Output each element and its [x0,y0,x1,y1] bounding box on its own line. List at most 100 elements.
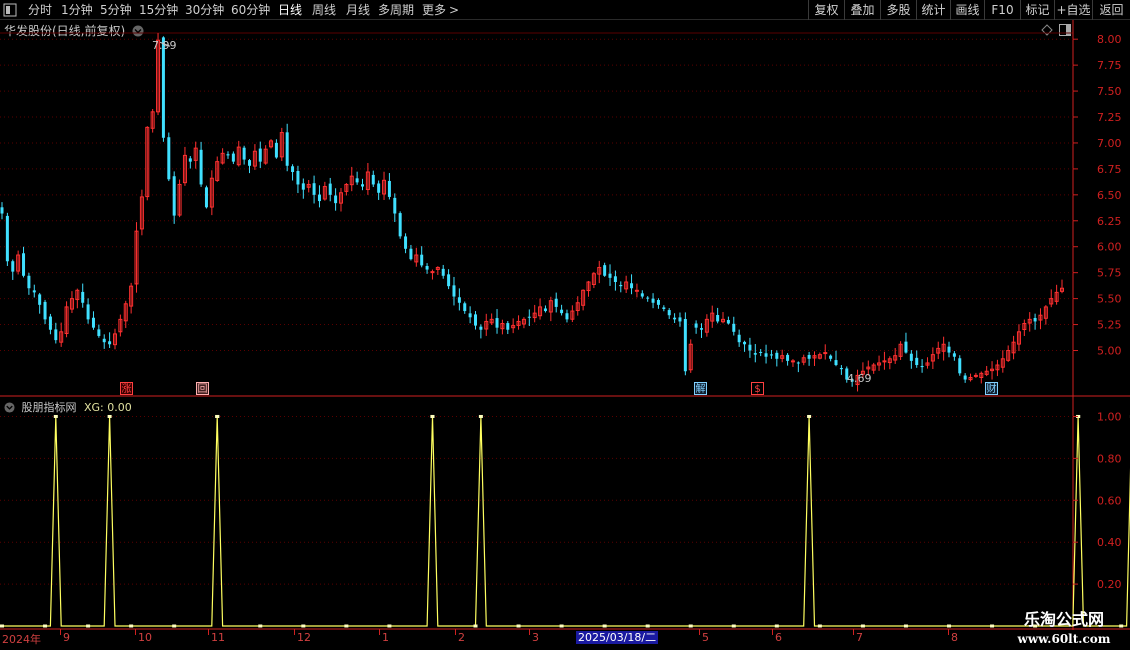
price-tick-label: 7.00 [1097,137,1122,150]
chevron-down-icon[interactable] [132,25,144,37]
candle-body-down [296,171,300,185]
xg-marker [473,624,478,628]
period-tab-9[interactable]: 多周期 [378,2,414,18]
candle-body-down [543,308,547,312]
candle-body-down [909,353,913,361]
event-marker-2[interactable]: 解 [694,382,707,395]
kline-chart[interactable]: 8.00 7.75 7.50 7.25 7.00 6.75 6.50 6.25 6.00 5.75… [0,0,1130,650]
candle-body-down [554,298,558,307]
candle-body-down [716,314,720,322]
candle-body-down [474,314,478,326]
candle-body-down [167,137,171,180]
candle-body-down [829,355,833,359]
chevron-down-icon[interactable] [4,402,15,413]
event-marker-3[interactable]: $ [751,382,764,395]
candle-body-up [252,150,257,167]
period-tab-6[interactable]: 日线 [278,2,302,18]
candle-body-up [936,347,941,354]
date-tick-label: 12 [294,629,311,644]
candle-body-up [64,306,69,334]
period-tab-3[interactable]: 15分钟 [139,2,178,18]
top-toolbar: 分时 1分钟 5分钟 15分钟 30分钟 60分钟 日线 周线 月线 多周期 更多 > 复权 叠加 多股统… [0,0,1130,20]
ind-tick-label: 1.00 [1097,410,1122,423]
toolbar-button-5[interactable]: F10 [984,0,1020,20]
candle-body-down [608,273,612,278]
period-tab-8[interactable]: 月线 [346,2,370,18]
candle-body-down [673,317,677,320]
candle-body-up [1016,331,1021,345]
candle-body-up [1027,318,1032,324]
candle-body-up [484,320,489,330]
candle-body-down [22,253,26,276]
candle-body-up [721,318,726,323]
period-tab-1[interactable]: 1分钟 [61,2,93,18]
xg-signal-line [2,416,1130,627]
period-tab-0[interactable]: 分时 [28,2,52,18]
event-marker-1[interactable]: 回 [196,382,209,395]
candle-body-down [377,183,381,193]
xg-peak-marker [53,414,58,418]
candle-body-up [817,354,822,359]
date-tick-label: 5 [699,629,709,644]
period-tab-10[interactable]: 更多 > [422,2,459,18]
toolbar-button-7[interactable]: +自选 [1054,0,1092,20]
period-tab-7[interactable]: 周线 [312,2,336,18]
candle-body-up [220,152,225,164]
xg-marker [990,624,995,628]
toolbar-button-0[interactable]: 复权 [808,0,844,20]
candle-body-down [231,153,235,162]
candle-body-up [823,352,828,355]
date-tick-label: 7 [853,629,863,644]
candle-body-up [995,364,1000,371]
candle-body-down [807,354,811,359]
candle-body-up [780,355,785,359]
toolbar-button-2[interactable]: 多股 [880,0,916,20]
candle-body-up [866,366,871,370]
window-icon[interactable] [3,3,17,17]
toolbar-button-4[interactable]: 画线 [950,0,984,20]
watermark-url: www.60lt.com [1017,632,1111,646]
candle-body-down [834,360,838,366]
xg-marker [688,624,693,628]
candle-body-up [704,318,709,333]
period-tab-5[interactable]: 60分钟 [231,2,270,18]
candle-body-up [139,196,144,230]
panel-toggle-icon[interactable] [1058,23,1072,37]
candle-body-up [430,271,435,274]
candle-body-up [118,318,123,333]
candle-body-up [893,355,898,361]
candle-body-down [468,313,472,318]
date-tick-mark [948,629,949,635]
candle-body-down [662,307,666,309]
toolbar-button-3[interactable]: 统计 [916,0,950,20]
candle-body-up [500,323,505,330]
candle-body-up [1000,358,1005,368]
event-marker-0[interactable]: 涨 [120,382,133,395]
candle-body-down [640,293,644,297]
candle-body-up [306,183,311,188]
toolbar-button-8[interactable]: 返回 [1092,0,1130,20]
candle-body-down [958,358,962,374]
candle-body-down [226,154,230,156]
xg-peak-marker [107,414,112,418]
candle-body-up [123,303,128,322]
price-tick-label: 6.25 [1097,215,1122,228]
candle-body-down [317,194,321,202]
period-tab-4[interactable]: 30分钟 [185,2,224,18]
stock-title[interactable]: 华发股份(日线,前复权) [4,22,144,39]
candle-body-down [301,183,305,190]
candle-body-down [355,178,359,183]
toolbar-button-6[interactable]: 标记 [1020,0,1054,20]
xg-marker [602,624,607,628]
indicator-title[interactable]: 股朋指标网 XG: 0.00 [4,399,132,415]
diamond-icon[interactable] [1040,23,1054,37]
toolbar-button-1[interactable]: 叠加 [844,0,880,20]
candle-body-down [678,317,682,322]
period-tab-2[interactable]: 5分钟 [100,2,132,18]
candle-body-down [285,132,289,166]
candle-body-down [38,294,42,305]
candle-body-down [447,274,451,287]
candle-body-up [710,312,715,322]
candle-body-up [586,281,591,292]
event-marker-4[interactable]: 财 [985,382,998,395]
